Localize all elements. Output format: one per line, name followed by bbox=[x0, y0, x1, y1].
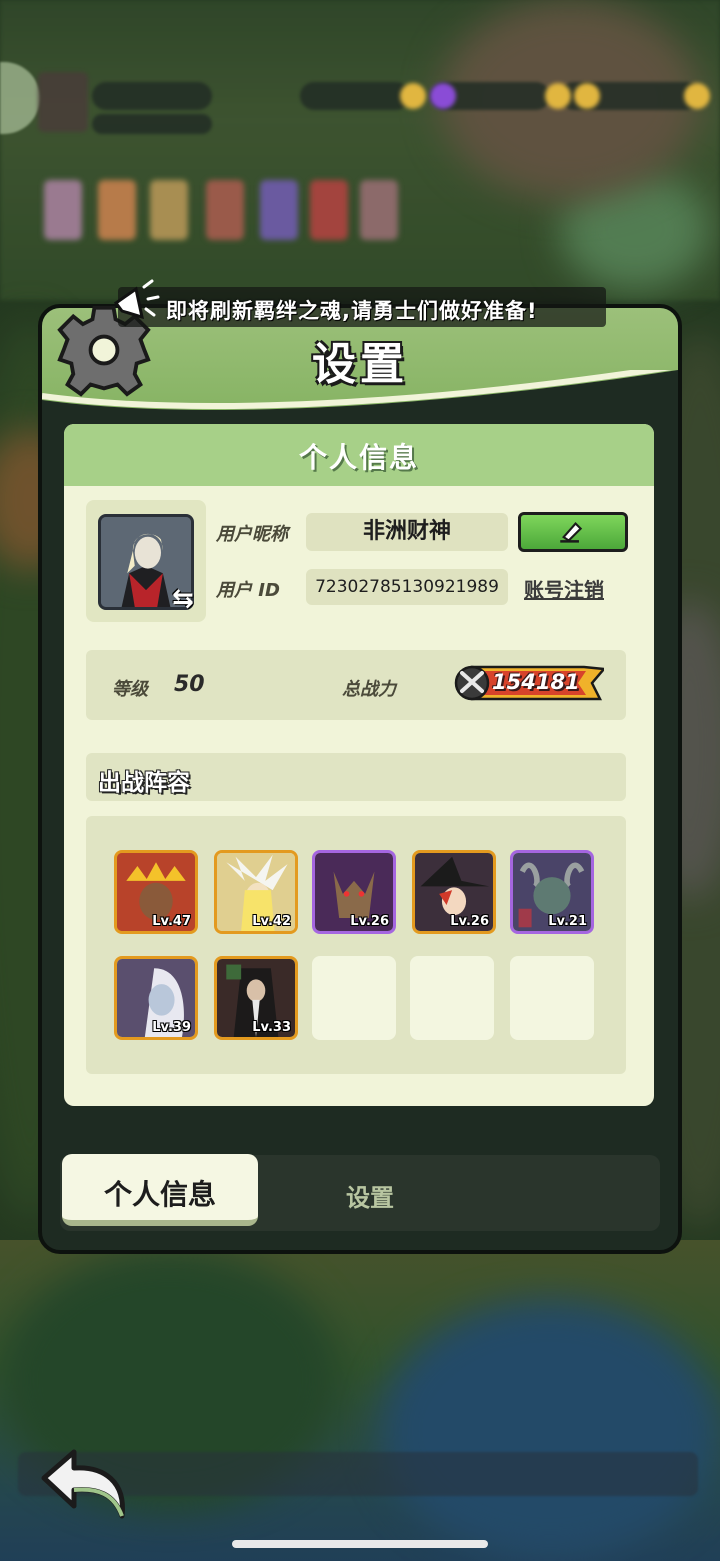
hero-level: Lv.42 bbox=[252, 914, 291, 929]
pencil-icon bbox=[560, 521, 583, 543]
home-indicator[interactable] bbox=[232, 1540, 488, 1548]
hero-slot-6[interactable]: Lv.39 bbox=[114, 956, 198, 1040]
hero-level: Lv.26 bbox=[450, 914, 489, 929]
hero-slot-empty[interactable] bbox=[510, 956, 594, 1040]
power-label: 总战力 bbox=[342, 679, 396, 700]
hero-level: Lv.26 bbox=[350, 914, 389, 929]
hero-slot-empty[interactable] bbox=[312, 956, 396, 1040]
hero-slot-7[interactable]: Lv.33 bbox=[214, 956, 298, 1040]
nickname-field: 非洲财神 bbox=[306, 513, 508, 551]
card-header-title: 个人信息 bbox=[298, 441, 419, 474]
megaphone-icon bbox=[113, 279, 160, 320]
lineup-title: 出战阵容 bbox=[98, 770, 190, 796]
hero-slot-2[interactable]: Lv.42 bbox=[214, 850, 298, 934]
swap-arrows-icon[interactable]: ⇆ bbox=[172, 584, 194, 614]
nickname-label: 用户昵称 bbox=[216, 524, 288, 545]
announcement-banner: 即将刷新羁绊之魂,请勇士们做好准备! bbox=[113, 279, 606, 327]
announcement-text: 即将刷新羁绊之魂,请勇士们做好准备! bbox=[166, 299, 538, 323]
hero-level: Lv.47 bbox=[152, 914, 191, 929]
hud-bar-blurred bbox=[92, 82, 212, 110]
tab-personal-info-label[interactable]: 个人信息 bbox=[62, 1173, 258, 1213]
cancel-account-link[interactable]: 账号注销 bbox=[524, 574, 604, 603]
hero-slot-3[interactable]: Lv.26 bbox=[312, 850, 396, 934]
level-value: 50 bbox=[174, 672, 205, 697]
level-label: 等级 bbox=[112, 679, 148, 700]
tab-settings[interactable]: 设置 bbox=[330, 1178, 410, 1213]
id-label: 用户 ID bbox=[216, 580, 280, 601]
hero-slot-1[interactable]: Lv.47 bbox=[114, 850, 198, 934]
hero-slot-4[interactable]: Lv.26 bbox=[412, 850, 496, 934]
hero-slot-5[interactable]: Lv.21 bbox=[510, 850, 594, 934]
power-value: 154181 bbox=[492, 670, 580, 694]
hero-slot-empty[interactable] bbox=[410, 956, 494, 1040]
hero-level: Lv.21 bbox=[548, 914, 587, 929]
user-id-field: 72302785130921989 bbox=[306, 569, 508, 605]
back-arrow-icon[interactable] bbox=[38, 1448, 130, 1520]
hud-avatar-blurred bbox=[38, 72, 88, 132]
personal-info-card: 个人信息 ⇆ 用户昵称 非洲财神 用户 ID 72302785130921989… bbox=[64, 424, 654, 1106]
hero-level: Lv.39 bbox=[152, 1020, 191, 1035]
edit-nickname-button[interactable] bbox=[518, 512, 628, 552]
hero-level: Lv.33 bbox=[252, 1020, 291, 1035]
